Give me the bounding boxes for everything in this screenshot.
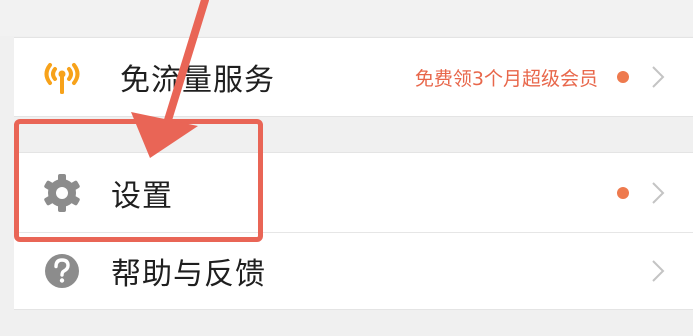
chevron-right-icon [652,260,665,282]
chevron-right-icon [652,181,665,204]
menu-item-help[interactable]: 帮助与反馈 [14,232,693,310]
gear-icon [40,171,84,215]
notification-dot [617,71,629,83]
top-gap [0,0,693,36]
antenna-signal-icon [40,55,84,99]
menu-item-label: 帮助与反馈 [111,257,266,292]
menu-item-label: 设置 [111,178,173,214]
notification-dot [617,186,629,199]
menu-item-free-data[interactable]: 免流量服务 免费领3个月超级会员 [14,37,693,117]
menu-item-settings[interactable]: 设置 [14,152,693,232]
menu-item-label: 免流量服务 [120,63,275,98]
question-circle-icon [40,249,84,293]
chevron-right-icon [652,66,665,88]
promo-text: 免费领3个月超级会员 [414,67,598,90]
